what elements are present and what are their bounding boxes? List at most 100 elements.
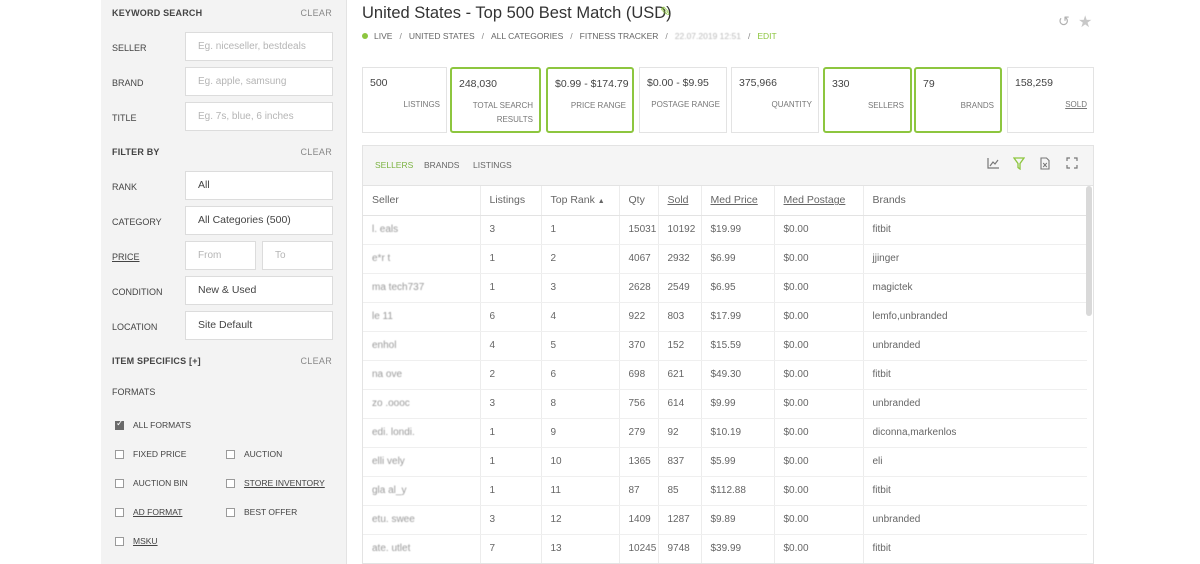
breadcrumb-timestamp: 22.07.2019 12:51 — [674, 31, 741, 41]
table-row[interactable]: ate. utlet 7 13 10245 9748 $39.99 $0.00 fitbit — [363, 534, 1087, 563]
cell-brands: lemfo,unbranded — [863, 302, 1087, 332]
fullscreen-icon[interactable] — [1066, 157, 1078, 173]
cell-listings: 7 — [480, 534, 542, 563]
price-to-input[interactable] — [262, 241, 333, 270]
pencil-icon[interactable]: ✎ — [660, 5, 671, 20]
cell-top-rank: 10 — [541, 447, 620, 477]
condition-select[interactable]: New & Used — [185, 276, 333, 305]
cell-listings: 3 — [480, 215, 542, 245]
history-icon[interactable]: ↺ — [1058, 14, 1070, 30]
breadcrumb-separator: / — [570, 31, 573, 41]
cell-med-postage: $0.00 — [774, 505, 864, 535]
table-scrollbar[interactable] — [1086, 186, 1092, 316]
cell-qty: 370 — [619, 331, 659, 361]
column-header-qty[interactable]: Qty — [619, 186, 659, 216]
cell-med-price: $39.99 — [701, 534, 775, 563]
price-from-input[interactable] — [185, 241, 256, 270]
cell-sold: 92 — [658, 418, 702, 448]
checkbox-icon — [226, 507, 235, 517]
table-row[interactable]: e*r t 1 2 4067 2932 $6.99 $0.00 jjinger — [363, 244, 1087, 274]
table-row[interactable]: na ove 2 6 698 621 $49.30 $0.00 fitbit — [363, 360, 1087, 390]
tab-sellers[interactable]: SELLERS — [375, 160, 413, 170]
category-select[interactable]: All Categories (500) — [185, 206, 333, 235]
item-specifics-heading[interactable]: ITEM SPECIFICS [+] — [112, 356, 201, 366]
keyword-clear-button[interactable]: CLEAR — [300, 8, 332, 18]
cell-brands: diconna,markenlos — [863, 418, 1087, 448]
cell-med-postage: $0.00 — [774, 534, 864, 563]
cell-seller: gla al_y — [363, 476, 481, 506]
table-row[interactable]: enhol 4 5 370 152 $15.59 $0.00 unbranded — [363, 331, 1087, 361]
table-row[interactable]: etu. swee 3 12 1409 1287 $9.89 $0.00 unbranded — [363, 505, 1087, 535]
column-header-top-rank[interactable]: Top Rank ▲ — [541, 186, 620, 216]
table-row[interactable]: elli vely 1 10 1365 837 $5.99 $0.00 eli — [363, 447, 1087, 477]
seller-input[interactable] — [185, 32, 333, 61]
checkbox-icon — [115, 449, 124, 459]
stat-value: 330 — [832, 78, 850, 90]
condition-label: CONDITION — [112, 287, 163, 297]
rank-select[interactable]: All — [185, 171, 333, 200]
brand-input[interactable] — [185, 67, 333, 96]
cell-qty: 1409 — [619, 505, 659, 535]
column-header-brands[interactable]: Brands — [863, 186, 1087, 216]
tab-listings[interactable]: LISTINGS — [473, 160, 512, 170]
table-row[interactable]: ma tech737 1 3 2628 2549 $6.95 $0.00 magictek — [363, 273, 1087, 303]
cell-brands: unbranded — [863, 505, 1087, 535]
table-row[interactable]: gla al_y 1 11 87 85 $112.88 $0.00 fitbit — [363, 476, 1087, 506]
msku-checkbox[interactable]: MSKU — [115, 536, 158, 546]
chart-icon[interactable] — [987, 157, 1000, 173]
export-icon[interactable] — [1040, 157, 1050, 174]
cell-listings: 1 — [480, 418, 542, 448]
column-header-med-price[interactable]: Med Price — [701, 186, 775, 216]
ad-format-label: AD FORMAT — [133, 507, 183, 517]
stat-value: $0.99 - $174.79 — [555, 78, 629, 90]
stat-label[interactable]: SOLD — [1065, 98, 1087, 112]
cell-med-postage: $0.00 — [774, 215, 864, 245]
cell-med-price: $112.88 — [701, 476, 775, 506]
cell-med-postage: $0.00 — [774, 273, 864, 303]
breadcrumb-separator: / — [747, 31, 751, 41]
auction-label: AUCTION — [244, 449, 283, 459]
cell-med-price: $15.59 — [701, 331, 775, 361]
column-header-med-postage[interactable]: Med Postage — [774, 186, 864, 216]
auction-bin-checkbox[interactable]: AUCTION BIN — [115, 478, 188, 488]
column-header-seller[interactable]: Seller — [363, 186, 481, 216]
stat-card-quantity: 375,966 QUANTITY — [731, 67, 819, 133]
table-row[interactable]: edi. londi. 1 9 279 92 $10.19 $0.00 diconna,mar… — [363, 418, 1087, 448]
cell-top-rank: 9 — [541, 418, 620, 448]
auction-checkbox[interactable]: AUCTION — [226, 449, 282, 459]
store-inventory-checkbox[interactable]: STORE INVENTORY — [226, 478, 325, 488]
cell-seller: edi. londi. — [363, 418, 481, 448]
item-specifics-clear-button[interactable]: CLEAR — [300, 356, 332, 366]
cell-sold: 152 — [658, 331, 702, 361]
tab-brands[interactable]: BRANDS — [424, 160, 459, 170]
column-header-listings[interactable]: Listings — [480, 186, 542, 216]
cell-sold: 9748 — [658, 534, 702, 563]
ad-format-checkbox[interactable]: AD FORMAT — [115, 507, 182, 517]
filter-clear-button[interactable]: CLEAR — [300, 147, 332, 157]
fixed-price-checkbox[interactable]: FIXED PRICE — [115, 449, 186, 459]
stat-card-brands: 79 BRANDS — [914, 67, 1002, 133]
price-label[interactable]: PRICE — [112, 252, 140, 262]
column-header-sold[interactable]: Sold — [658, 186, 702, 216]
cell-qty: 756 — [619, 389, 659, 419]
breadcrumb-country: UNITED STATES — [408, 31, 475, 41]
cell-med-postage: $0.00 — [774, 418, 864, 448]
cell-sold: 614 — [658, 389, 702, 419]
table-row[interactable]: zo .oooc 3 8 756 614 $9.99 $0.00 unbranded — [363, 389, 1087, 419]
table-row[interactable]: le 11 6 4 922 803 $17.99 $0.00 lemfo,unbranded — [363, 302, 1087, 332]
page-title: United States - Top 500 Best Match (USD) — [362, 4, 672, 22]
best-offer-checkbox[interactable]: BEST OFFER — [226, 507, 297, 517]
results-tabs-bar: SELLERS BRANDS LISTINGS — [363, 146, 1093, 186]
title-input[interactable] — [185, 102, 333, 131]
cell-sold: 803 — [658, 302, 702, 332]
location-select[interactable]: Site Default — [185, 311, 333, 340]
all-formats-checkbox[interactable]: ALL FORMATS — [115, 419, 191, 430]
cell-qty: 1365 — [619, 447, 659, 477]
stat-card-sold[interactable]: 158,259 SOLD — [1007, 67, 1094, 133]
filter-icon[interactable] — [1012, 157, 1026, 174]
table-row[interactable]: l. eals 3 1 15031 10192 $19.99 $0.00 fitbit — [363, 215, 1087, 245]
cell-qty: 15031 — [619, 215, 659, 245]
breadcrumb-edit-link[interactable]: EDIT — [757, 31, 776, 41]
star-icon[interactable]: ★ — [1078, 12, 1092, 31]
cell-brands: fitbit — [863, 534, 1087, 563]
